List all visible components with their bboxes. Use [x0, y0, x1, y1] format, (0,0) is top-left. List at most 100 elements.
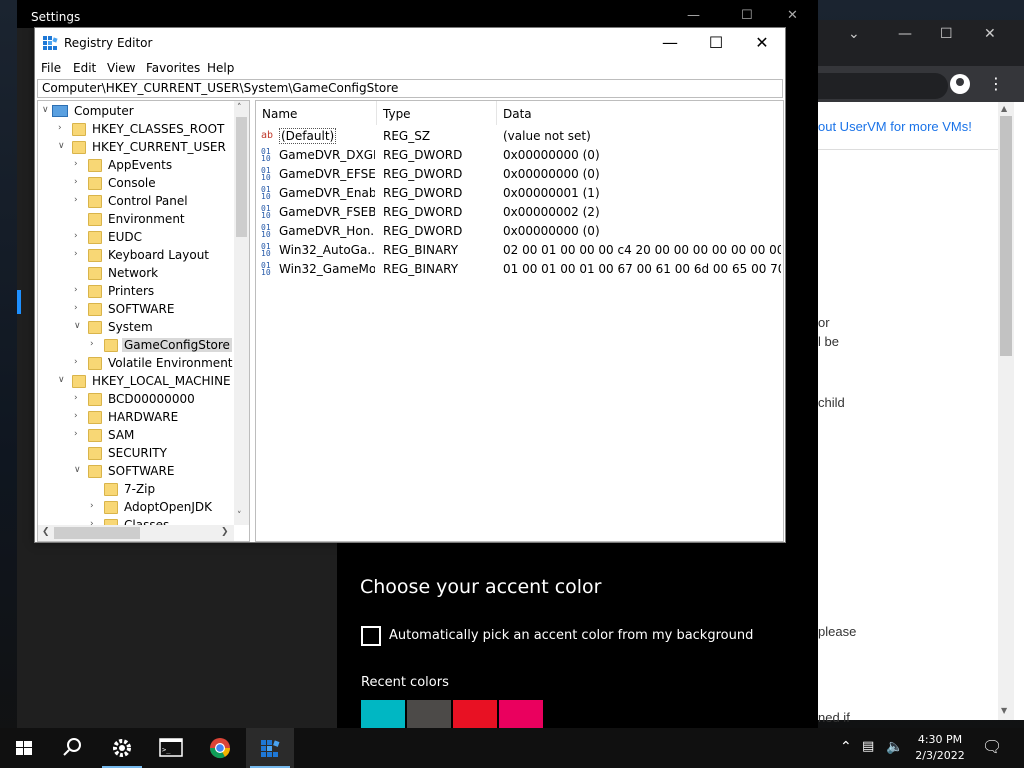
chrome-window[interactable]: ⌄ — ☐ ✕ ⋮ out UserVM for more VMs! or l … — [818, 20, 1024, 725]
expand-arrow-icon[interactable]: › — [74, 285, 84, 295]
close-button[interactable]: ✕ — [739, 28, 785, 58]
recent-color-swatch[interactable] — [361, 700, 405, 728]
minimize-button[interactable]: — — [647, 28, 693, 58]
scrollbar-thumb[interactable] — [54, 527, 140, 539]
close-icon[interactable]: ✕ — [984, 26, 996, 42]
folder-icon — [104, 483, 118, 496]
recent-color-swatch[interactable] — [453, 700, 497, 728]
taskbar-chrome[interactable] — [196, 728, 244, 768]
binary-value-icon: 01 10 — [261, 261, 271, 277]
registry-value-row[interactable]: 0110 GameDVR_FSEB... REG_DWORD 0x00000002 (… — [256, 203, 783, 222]
banner-link[interactable]: out UserVM for more VMs! — [818, 119, 972, 134]
folder-icon — [88, 159, 102, 172]
column-header-type[interactable]: Type — [377, 101, 497, 125]
collapse-arrow-icon[interactable]: ∨ — [58, 141, 68, 151]
tree-vertical-scrollbar[interactable]: ˄ ˅ — [234, 101, 249, 525]
registry-value-row[interactable]: 0110 GameDVR_DXGI... REG_DWORD 0x00000000 (… — [256, 146, 783, 165]
maximize-icon[interactable]: ☐ — [940, 26, 953, 42]
scroll-down-icon[interactable]: ˅ — [237, 511, 242, 521]
taskbar-settings[interactable] — [98, 728, 146, 768]
scroll-up-icon[interactable]: ˄ — [237, 103, 242, 113]
profile-avatar-icon[interactable] — [950, 74, 970, 94]
minimize-icon[interactable]: — — [898, 26, 912, 42]
kebab-menu-icon[interactable]: ⋮ — [988, 74, 1004, 93]
omnibox[interactable] — [818, 73, 948, 99]
search-button[interactable] — [48, 728, 96, 768]
collapse-arrow-icon[interactable]: ∨ — [42, 105, 52, 115]
maximize-icon[interactable]: ☐ — [741, 8, 753, 23]
column-header-name[interactable]: Name — [256, 101, 377, 125]
chrome-scrollbar[interactable]: ▲ ▼ — [998, 102, 1014, 720]
auto-accent-label[interactable]: Automatically pick an accent color from … — [389, 628, 753, 643]
expand-arrow-icon[interactable]: › — [90, 501, 100, 511]
expand-arrow-icon[interactable]: › — [74, 195, 84, 205]
expand-arrow-icon[interactable]: › — [74, 357, 84, 367]
scroll-right-icon[interactable]: ❯ — [221, 527, 229, 537]
registry-value-row[interactable]: 0110 GameDVR_Enabl... REG_DWORD 0x00000001 … — [256, 184, 783, 203]
registry-value-row[interactable]: ab (Default) REG_SZ (value not set) — [256, 127, 783, 146]
binary-value-icon: 01 10 — [261, 204, 271, 220]
registry-value-row[interactable]: 0110 GameDVR_EFSE... REG_DWORD 0x00000000 (… — [256, 165, 783, 184]
scroll-left-icon[interactable]: ❮ — [42, 527, 50, 537]
nav-selection-indicator — [17, 290, 21, 314]
search-icon — [63, 738, 81, 756]
registry-value-row[interactable]: 01 10 GameDVR_Hon... REG_DWORD 0x00000000 (0… — [256, 222, 783, 241]
start-button[interactable] — [0, 728, 48, 768]
taskbar-terminal[interactable]: >_ — [147, 728, 195, 768]
tree-node-label: SOFTWARE — [108, 464, 175, 478]
scroll-down-icon[interactable]: ▼ — [1001, 706, 1007, 715]
notifications-icon[interactable]: 🗨 — [982, 737, 1002, 756]
registry-value-row[interactable]: 01 10 Win32_AutoGa... REG_BINARY 02 00 01 00… — [256, 241, 783, 260]
minimize-icon[interactable]: — — [687, 8, 700, 23]
column-header-data[interactable]: Data — [497, 101, 783, 125]
recent-color-swatch[interactable] — [499, 700, 543, 728]
chevron-down-icon[interactable]: ⌄ — [848, 26, 860, 42]
tree-horizontal-scrollbar[interactable]: ❮ ❯ — [38, 525, 234, 541]
expand-arrow-icon[interactable]: › — [90, 339, 100, 349]
menu-edit[interactable]: Edit — [73, 61, 96, 75]
folder-icon — [88, 303, 102, 316]
expand-arrow-icon[interactable]: › — [74, 177, 84, 187]
expand-arrow-icon[interactable]: › — [74, 303, 84, 313]
tree-node-label: SOFTWARE — [108, 302, 175, 316]
registry-value-row[interactable]: 0110 Win32_GameMo... REG_BINARY 01 00 01 00… — [256, 260, 783, 279]
expand-arrow-icon[interactable]: › — [74, 231, 84, 241]
folder-icon — [88, 357, 102, 370]
expand-arrow-icon[interactable]: › — [58, 123, 68, 133]
clock-date: 2/3/2022 — [915, 749, 965, 762]
registry-editor-window[interactable]: Registry Editor — ☐ ✕ File Edit View Fav… — [34, 27, 786, 543]
menu-view[interactable]: View — [107, 61, 135, 75]
collapse-arrow-icon[interactable]: ∨ — [58, 375, 68, 385]
taskbar-regedit[interactable] — [246, 728, 294, 768]
close-icon[interactable]: ✕ — [787, 8, 798, 23]
expand-arrow-icon[interactable]: › — [74, 429, 84, 439]
expand-arrow-icon[interactable]: › — [74, 249, 84, 259]
collapse-arrow-icon[interactable]: ∨ — [74, 321, 84, 331]
menu-file[interactable]: File — [41, 61, 61, 75]
values-list[interactable]: Name Type Data ab (Default) REG_SZ (value n… — [255, 100, 784, 542]
collapse-arrow-icon[interactable]: ∨ — [74, 465, 84, 475]
expand-arrow-icon[interactable]: › — [74, 393, 84, 403]
expand-arrow-icon[interactable]: › — [74, 411, 84, 421]
maximize-button[interactable]: ☐ — [693, 28, 739, 58]
tree-node-label: Computer — [74, 104, 134, 118]
svg-text:>_: >_ — [162, 746, 171, 754]
scrollbar-thumb[interactable] — [236, 117, 247, 237]
menu-favorites[interactable]: Favorites — [146, 61, 200, 75]
scrollbar-thumb[interactable] — [1000, 116, 1012, 356]
address-bar[interactable]: Computer\HKEY_CURRENT_USER\System\GameCo… — [37, 79, 783, 98]
network-icon[interactable]: ▤ — [862, 739, 874, 754]
folder-icon — [72, 141, 86, 154]
volume-muted-icon[interactable]: 🔈 — [886, 739, 903, 755]
chrome-banner: out UserVM for more VMs! — [818, 108, 998, 150]
chevron-up-icon[interactable]: ⌃ — [840, 739, 852, 755]
registry-tree[interactable]: ›Classes›AdoptOpenJDK7-Zip∨SOFTWARESECUR… — [37, 100, 250, 542]
regedit-titlebar[interactable]: Registry Editor — ☐ ✕ — [35, 28, 785, 58]
value-name: (Default) — [279, 128, 337, 144]
scroll-up-icon[interactable]: ▲ — [1001, 104, 1007, 113]
expand-arrow-icon[interactable]: › — [74, 159, 84, 169]
auto-accent-checkbox[interactable] — [361, 626, 381, 646]
recent-color-swatch[interactable] — [407, 700, 451, 728]
taskbar-clock[interactable]: 4:30 PM 2/3/2022 — [912, 732, 968, 764]
menu-help[interactable]: Help — [207, 61, 234, 75]
